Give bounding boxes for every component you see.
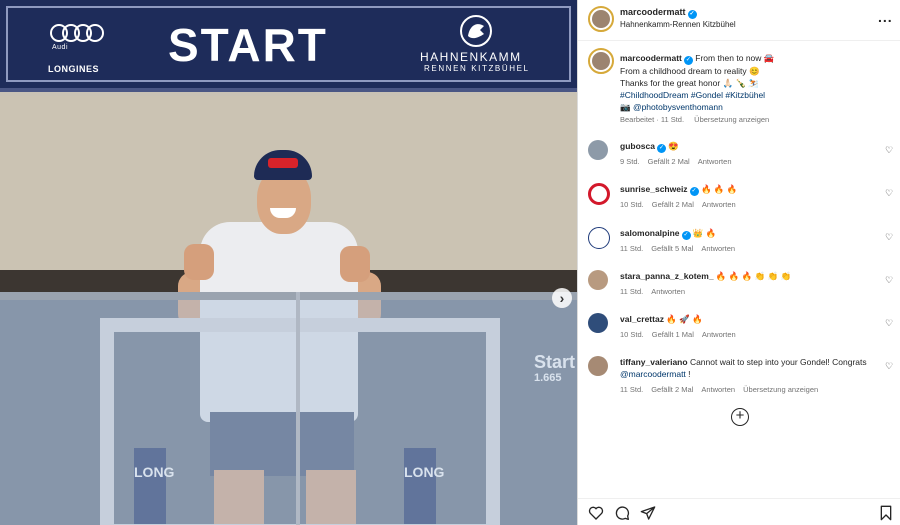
- comment-item: stara_panna_z_kotem_ 🔥 🔥 🔥 👏 👏 👏 11 Std.…: [578, 270, 900, 304]
- reply-button[interactable]: Antworten: [701, 244, 735, 253]
- verified-icon: ✓: [683, 56, 693, 65]
- share-icon[interactable]: [640, 505, 656, 521]
- verified-icon: ✓: [681, 231, 691, 240]
- commenter-username[interactable]: salomonalpine: [620, 228, 680, 238]
- show-translation-link[interactable]: Übersetzung anzeigen: [694, 115, 769, 124]
- like-icon[interactable]: [588, 505, 604, 521]
- commenter-avatar[interactable]: [588, 140, 608, 160]
- comment-item: sunrise_schweiz ✓ 🔥 🔥 🔥 10 Std. Gefällt 2 …: [578, 183, 900, 217]
- caption-hashtags[interactable]: #ChildhoodDream #Gondel #Kitzbühel: [620, 90, 765, 100]
- caption-line1: From then to now 🚘: [695, 53, 775, 63]
- comment-likes[interactable]: Gefällt 1 Mal: [652, 330, 694, 339]
- caption-avatar[interactable]: [588, 48, 614, 74]
- post-side-panel: marcoodermatt ✓ Hahnenkamm-Rennen Kitzbüh…: [577, 0, 900, 525]
- comment-likes[interactable]: Gefällt 5 Mal: [651, 244, 693, 253]
- comment-text: 😍: [668, 141, 679, 151]
- like-comment-icon[interactable]: ♡: [885, 318, 893, 329]
- action-bar: [578, 498, 900, 525]
- commenter-username[interactable]: val_crettaz: [620, 314, 664, 324]
- instagram-post-view: Audi LONGINES START HAHNENKAMM RENNEN KI…: [0, 0, 900, 525]
- comment-icon[interactable]: [614, 505, 630, 521]
- post-caption: marcoodermatt ✓ From then to now 🚘 From a…: [620, 52, 890, 113]
- start-banner: Audi LONGINES START HAHNENKAMM RENNEN KI…: [0, 0, 577, 92]
- like-comment-icon[interactable]: ♡: [885, 361, 893, 372]
- comment-time: 10 Std.: [620, 330, 644, 339]
- reply-button[interactable]: Antworten: [701, 385, 735, 394]
- reply-button[interactable]: Antworten: [651, 287, 685, 296]
- caption-credit[interactable]: 📷 @photobysventhomann: [620, 102, 723, 112]
- verified-icon: ✓: [689, 187, 699, 196]
- commenter-username[interactable]: tiffany_valeriano: [620, 357, 688, 367]
- comment-time: 11 Std.: [620, 385, 644, 394]
- comment-text: Cannot wait to step into your Gondel! Co…: [689, 357, 867, 367]
- verified-icon: ✓: [687, 10, 697, 19]
- banner-start-text: START: [168, 19, 328, 71]
- comment-text: 🔥 🔥 🔥 👏 👏 👏: [715, 271, 792, 281]
- commenter-avatar[interactable]: [588, 227, 610, 249]
- banner-event-subtitle: RENNEN KITZBÜHEL: [424, 64, 530, 73]
- commenter-avatar[interactable]: [588, 356, 608, 376]
- comment-likes[interactable]: Gefällt 2 Mal: [652, 200, 694, 209]
- reply-button[interactable]: Antworten: [702, 330, 736, 339]
- comment-time: 10 Std.: [620, 200, 644, 209]
- comment-item: gubosca ✓ 😍 9 Std. Gefällt 2 Mal Antworten …: [578, 140, 900, 174]
- post-header: marcoodermatt ✓ Hahnenkamm-Rennen Kitzbüh…: [578, 0, 900, 41]
- commenter-avatar[interactable]: [588, 183, 610, 205]
- like-comment-icon[interactable]: ♡: [885, 232, 893, 243]
- caption-username[interactable]: marcoodermatt: [620, 53, 682, 63]
- comment-mention[interactable]: @marcoodermatt: [620, 369, 686, 379]
- show-translation-link[interactable]: Übersetzung anzeigen: [743, 385, 818, 394]
- comment-item: tiffany_valeriano Cannot wait to step in…: [578, 356, 900, 400]
- verified-icon: ✓: [656, 144, 666, 153]
- comment-item: val_crettaz 🔥 🚀 🔥 10 Std. Gefällt 1 Mal An…: [578, 313, 900, 347]
- caption-line3: Thanks for the great honor 🙏🏻 🍾 ⛷️: [620, 78, 760, 88]
- comment-likes[interactable]: Gefällt 2 Mal: [648, 157, 690, 166]
- comment-time: 11 Std.: [620, 287, 644, 296]
- commenter-avatar[interactable]: [588, 270, 608, 290]
- commenter-avatar[interactable]: [588, 313, 608, 333]
- like-comment-icon[interactable]: ♡: [885, 188, 893, 199]
- commenter-username[interactable]: stara_panna_z_kotem_: [620, 271, 714, 281]
- comment-time: 9 Std.: [620, 157, 640, 166]
- hahnenkamm-logo-icon: [460, 15, 492, 47]
- post-location[interactable]: Hahnenkamm-Rennen Kitzbühel: [620, 20, 736, 29]
- commenter-username[interactable]: sunrise_schweiz: [620, 184, 688, 194]
- comment-text: 🔥 🚀 🔥: [666, 314, 703, 324]
- comment-time: 11 Std.: [620, 244, 644, 253]
- caption-meta: Bearbeitet · 11 Std. Übersetzung anzeige…: [620, 115, 777, 124]
- next-image-button[interactable]: ›: [552, 288, 572, 308]
- caption-line2: From a childhood dream to reality 😊: [620, 66, 760, 76]
- like-comment-icon[interactable]: ♡: [885, 145, 893, 156]
- audi-brand-text: Audi: [52, 44, 69, 51]
- reply-button[interactable]: Antworten: [698, 157, 732, 166]
- load-more-comments-button[interactable]: +: [731, 408, 749, 426]
- comment-text: 🔥 🔥 🔥: [700, 184, 738, 194]
- commenter-username[interactable]: gubosca: [620, 141, 655, 151]
- author-avatar[interactable]: [588, 6, 614, 32]
- author-username[interactable]: marcoodermatt ✓: [620, 7, 697, 19]
- audi-logo-icon: [50, 24, 106, 42]
- banner-event-title: HAHNENKAMM: [420, 50, 522, 64]
- like-comment-icon[interactable]: ♡: [885, 275, 893, 286]
- save-icon[interactable]: [878, 505, 894, 521]
- comment-text: 👑 🔥: [692, 228, 717, 238]
- more-options-icon[interactable]: ...: [878, 9, 893, 25]
- post-photo[interactable]: Audi LONGINES START HAHNENKAMM RENNEN KI…: [0, 0, 577, 525]
- reply-button[interactable]: Antworten: [702, 200, 736, 209]
- comment-item: salomonalpine ✓ 👑 🔥 11 Std. Gefällt 5 Mal A…: [578, 227, 900, 261]
- cap-logo-icon: [268, 158, 298, 168]
- longines-logo: LONGINES: [48, 64, 100, 74]
- comment-likes[interactable]: Gefällt 2 Mal: [651, 385, 693, 394]
- caption-edited: Bearbeitet · 11 Std.: [620, 115, 685, 124]
